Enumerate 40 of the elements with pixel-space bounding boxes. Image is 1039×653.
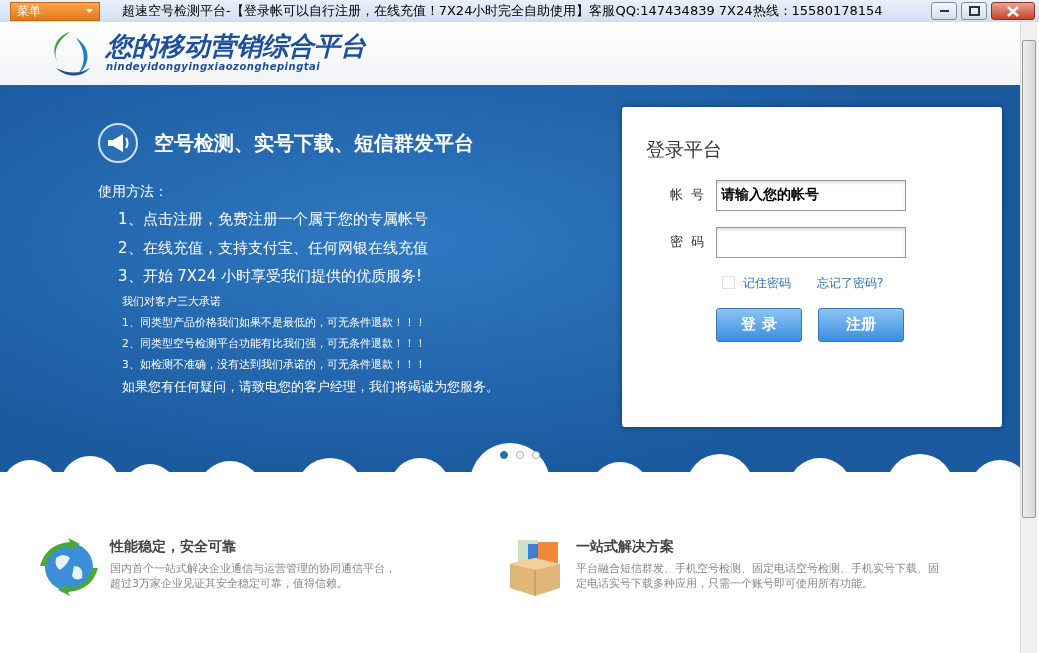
maximize-icon — [968, 6, 980, 16]
caret-icon — [86, 9, 93, 13]
banner-headline: 空号检测、实号下载、短信群发平台 — [154, 130, 474, 157]
minimize-button[interactable] — [931, 2, 957, 20]
remember-checkbox[interactable] — [722, 276, 735, 289]
logo-subtitle: nindeyidongyingxiaozonghepingtai — [106, 60, 322, 74]
scrollbar[interactable] — [1020, 22, 1037, 653]
feature-text: 国内首个一站式解决企业通信与运营管理的协同通信平台， — [110, 561, 396, 576]
minimize-icon — [939, 10, 949, 12]
close-button[interactable] — [991, 2, 1035, 20]
promise-item: 3、如检测不准确，没有达到我们承诺的，可无条件退款！！！ — [122, 356, 427, 372]
login-title: 登录平台 — [646, 137, 723, 162]
maximize-button[interactable] — [961, 2, 987, 20]
promise-item: 2、同类型空号检测平台功能有比我们强，可无条件退款！！！ — [122, 335, 427, 351]
usage-step: 1、点击注册，免费注册一个属于您的专属帐号 — [118, 208, 560, 231]
megaphone-icon — [98, 123, 138, 163]
feature-text: 平台融合短信群发、手机空号检测、固定电话空号检测、手机实号下载、固 — [576, 561, 939, 576]
forgot-password-link[interactable]: 忘记了密码? — [817, 273, 884, 292]
usage-step: 3、开始 7X24 小时享受我们提供的优质服务! — [118, 265, 560, 288]
feature-title: 一站式解决方案 — [576, 537, 675, 556]
slide-dot[interactable] — [516, 451, 524, 459]
usage-step: 2、在线充值，支持支付宝、任何网银在线充值 — [118, 236, 560, 259]
field-label: 帐 号 — [668, 186, 705, 205]
feature-title: 性能稳定，安全可靠 — [110, 537, 237, 556]
logo-title: 您的移动营销综合平台 — [106, 33, 366, 59]
promise-title: 我们对客户三大承诺 — [122, 293, 222, 310]
feature-text: 定电话实号下载多种应用，只需一个账号即可使用所有功能。 — [576, 576, 874, 591]
scroll-thumb[interactable] — [1022, 40, 1036, 518]
close-icon — [1007, 5, 1019, 17]
closing-text: 如果您有任何疑问，请致电您的客户经理，我们将竭诚为您服务。 — [122, 378, 500, 397]
promise-item: 1、同类型产品价格我们如果不是最低的，可无条件退款！！！ — [122, 315, 427, 330]
field-label: 密 码 — [668, 233, 705, 252]
password-field[interactable] — [716, 226, 906, 258]
account-field[interactable]: 请输入您的帐号 — [716, 179, 906, 211]
slide-dot[interactable] — [532, 451, 540, 459]
slide-dot[interactable] — [500, 451, 508, 459]
feature-text: 超过3万家企业见证其安全稳定可靠，值得信赖。 — [110, 576, 349, 591]
window-title: 超速空号检测平台-【登录帐可以自行注册，在线充值！7X24小时完全自助使用】客服QQ:147434839 7X24热线：15580178154 — [122, 2, 883, 21]
remember-label[interactable]: 记住密码 — [743, 273, 791, 292]
usage-title: 使用方法： — [98, 182, 169, 201]
